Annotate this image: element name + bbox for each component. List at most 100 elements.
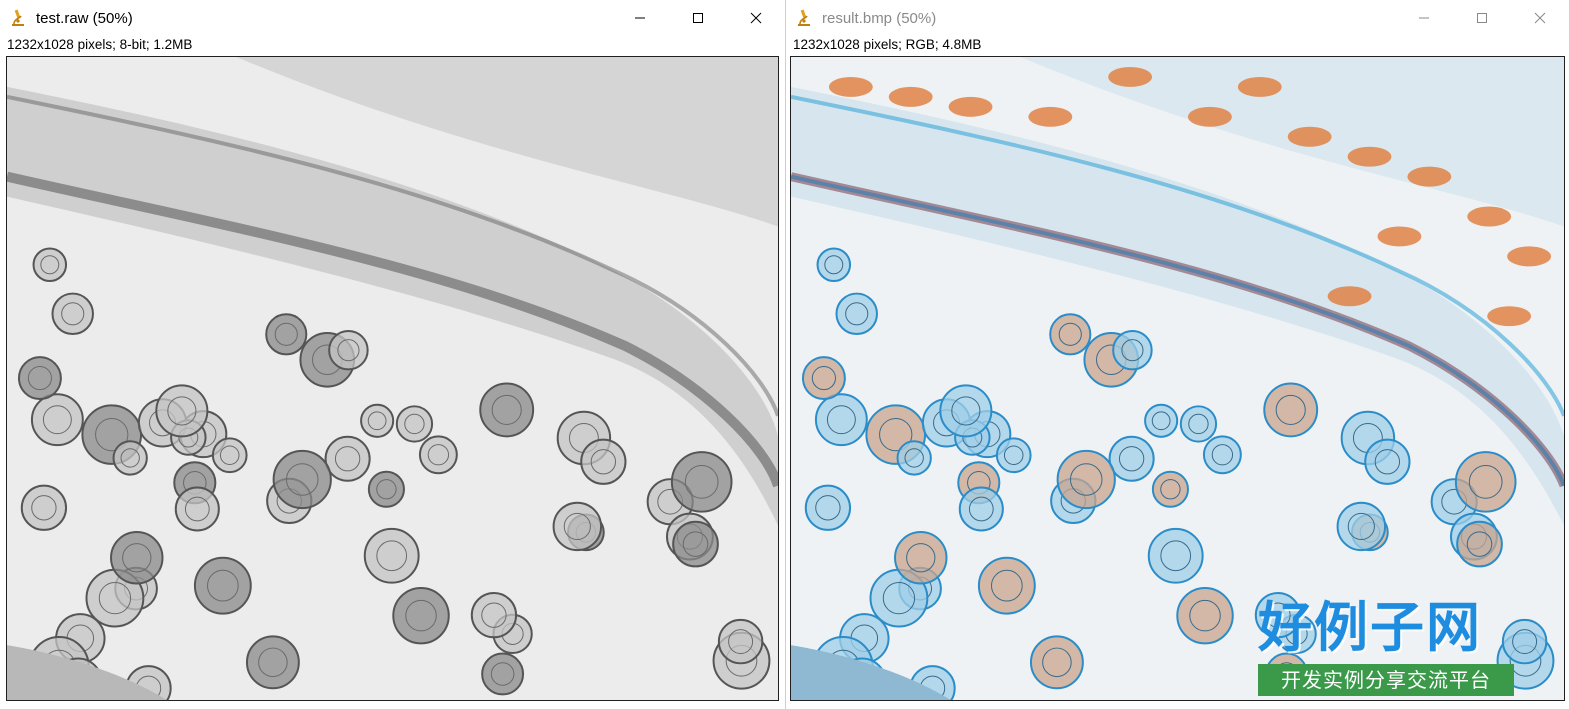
pollen-grain xyxy=(112,440,148,476)
desktop: test.raw (50%) 1232x1028 pixels; 8-bit; … xyxy=(0,0,1569,709)
pollen-grain xyxy=(479,382,535,438)
image-info: 1232x1028 pixels; 8-bit; 1.2MB xyxy=(7,37,193,52)
title-bar[interactable]: test.raw (50%) xyxy=(0,0,785,36)
microscope-icon[interactable] xyxy=(10,9,26,27)
pollen-grain xyxy=(481,652,525,696)
pollen-grain xyxy=(324,435,371,482)
stained-cell xyxy=(948,96,993,117)
pollen-grain xyxy=(939,384,993,438)
window-title: test.raw (50%) xyxy=(36,9,133,27)
pollen-grain xyxy=(110,531,164,585)
pollen-grain xyxy=(1151,470,1189,508)
minimize-button[interactable] xyxy=(611,0,669,36)
pollen-grain xyxy=(1112,329,1153,371)
stained-cell xyxy=(1377,226,1422,247)
pollen-grain xyxy=(995,437,1032,474)
window-title: result.bmp (50%) xyxy=(822,9,937,27)
window-controls xyxy=(611,0,785,36)
pollen-grain xyxy=(418,435,458,475)
stained-cell xyxy=(1187,106,1232,127)
pollen-grain xyxy=(804,484,852,531)
brand-title: 好例子网 xyxy=(1258,596,1482,659)
pollen-grain xyxy=(395,405,434,443)
pollen-grain xyxy=(801,356,846,401)
pollen-grain xyxy=(977,556,1036,615)
pollen-grain xyxy=(835,292,878,336)
pollen-grain xyxy=(1049,313,1092,356)
stained-cell xyxy=(828,76,873,97)
image-info: 1232x1028 pixels; RGB; 4.8MB xyxy=(793,37,982,52)
pollen-grain xyxy=(30,393,84,447)
window-controls xyxy=(1395,0,1569,36)
pollen-grain xyxy=(717,618,764,665)
pollen-grain xyxy=(363,527,420,584)
stained-cell xyxy=(1237,76,1282,97)
maximize-icon xyxy=(693,13,703,23)
pollen-grain xyxy=(894,531,948,585)
pollen-grain xyxy=(1176,586,1234,645)
maximize-icon xyxy=(1477,13,1487,23)
close-icon xyxy=(1534,12,1546,24)
stained-cell xyxy=(1487,306,1532,327)
minimize-button[interactable] xyxy=(1395,0,1453,36)
stained-cell xyxy=(1507,246,1552,267)
pollen-grain xyxy=(672,520,719,568)
pollen-grain xyxy=(1029,635,1084,690)
stained-cell xyxy=(1347,146,1392,167)
pollen-grain xyxy=(20,484,68,531)
stained-cell xyxy=(888,86,933,107)
stained-cell xyxy=(1467,206,1512,227)
pollen-grain xyxy=(174,486,220,532)
pollen-grain xyxy=(816,247,852,283)
maximize-button[interactable] xyxy=(1453,0,1511,36)
pollen-grain xyxy=(211,437,248,474)
pollen-grain xyxy=(670,451,733,513)
stained-cell xyxy=(1287,126,1332,147)
pollen-grain xyxy=(1263,382,1319,438)
pollen-grain xyxy=(17,356,62,401)
brand-watermark: 好例子网 开发实例分享交流平台 xyxy=(1258,598,1514,696)
pollen-grain xyxy=(1364,438,1411,485)
stained-cell xyxy=(1028,106,1073,127)
pollen-grain xyxy=(958,486,1004,532)
pollen-grain xyxy=(1456,520,1503,568)
pollen-grain xyxy=(1454,451,1517,513)
minimize-icon xyxy=(1419,17,1429,19)
pollen-grain xyxy=(1179,405,1218,443)
pollen-grain xyxy=(328,329,369,371)
title-bar[interactable]: result.bmp (50%) xyxy=(786,0,1569,36)
stained-cell xyxy=(1407,166,1452,187)
brand-subtitle: 开发实例分享交流平台 xyxy=(1258,664,1514,696)
pollen-grain xyxy=(265,313,308,356)
pollen-grain xyxy=(392,586,450,645)
pollen-grain xyxy=(32,247,68,283)
pollen-grain xyxy=(470,592,518,639)
window-test-raw[interactable]: test.raw (50%) 1232x1028 pixels; 8-bit; … xyxy=(0,0,786,709)
close-button[interactable] xyxy=(727,0,785,36)
pollen-grain xyxy=(193,556,252,615)
pollen-grain xyxy=(1202,435,1242,475)
close-icon xyxy=(750,12,762,24)
minimize-icon xyxy=(635,17,645,19)
pollen-grain xyxy=(896,440,932,476)
pollen-grain xyxy=(1144,403,1179,438)
pollen-grain xyxy=(1147,527,1204,584)
pollen-grain xyxy=(1056,449,1116,510)
pollen-grain xyxy=(1336,501,1387,552)
pollen-grain xyxy=(155,384,209,438)
micrograph-grayscale xyxy=(7,57,778,700)
stained-cell xyxy=(1327,286,1372,307)
pollen-grain xyxy=(51,292,94,336)
pollen-grain xyxy=(1108,435,1155,482)
pollen-grain xyxy=(272,449,332,510)
close-button[interactable] xyxy=(1511,0,1569,36)
stained-cell xyxy=(1108,66,1153,87)
pollen-grain xyxy=(245,635,300,690)
pollen-grain xyxy=(580,438,627,485)
pollen-grain xyxy=(367,470,405,508)
pollen-grain xyxy=(814,393,868,447)
maximize-button[interactable] xyxy=(669,0,727,36)
image-canvas-grayscale[interactable] xyxy=(6,56,779,701)
pollen-grain xyxy=(552,501,603,552)
microscope-icon[interactable] xyxy=(796,9,812,27)
